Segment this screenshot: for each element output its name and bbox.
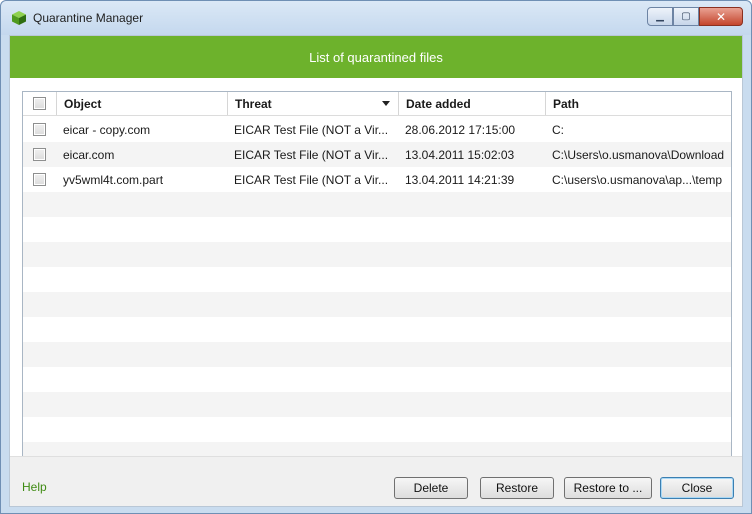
empty-row (23, 242, 731, 267)
green-cube-icon (12, 11, 26, 25)
path-cell: C: (552, 122, 564, 137)
object-cell: eicar.com (63, 147, 115, 162)
empty-row (23, 392, 731, 417)
threat-cell: EICAR Test File (NOT a Vir... (234, 147, 389, 162)
delete-button[interactable]: Delete (394, 477, 468, 499)
window-title: Quarantine Manager (33, 11, 144, 25)
date-added-cell: 13.04.2011 15:02:03 (405, 147, 515, 162)
table-header: Object Threat Date added Path (23, 92, 731, 116)
dialog-body: List of quarantined files Object Threat … (9, 35, 743, 507)
path-cell: C:\users\o.usmanova\ap...\temp (552, 172, 723, 187)
row-checkbox-cell (23, 117, 55, 142)
column-header-object[interactable]: Object (56, 92, 227, 115)
column-header-threat[interactable]: Threat (227, 92, 398, 115)
dialog-footer: Help Delete Restore Restore to ... Close (10, 456, 742, 506)
object-cell: eicar - copy.com (63, 122, 151, 137)
column-header-label: Date added (406, 96, 471, 111)
sort-descending-icon (382, 101, 390, 106)
threat-cell: EICAR Test File (NOT a Vir... (234, 172, 389, 187)
column-header-path[interactable]: Path (545, 92, 731, 115)
maximize-button[interactable]: ▢ (673, 7, 699, 26)
date-added-cell: 28.06.2012 17:15:00 (405, 122, 516, 137)
restore-to-button[interactable]: Restore to ... (564, 477, 652, 499)
column-header-label: Object (64, 96, 102, 111)
empty-row (23, 267, 731, 292)
column-header-label: Threat (235, 96, 272, 111)
column-header-date-added[interactable]: Date added (398, 92, 545, 115)
object-cell: yv5wml4t.com.part (63, 172, 164, 187)
minimize-icon: ▁ (656, 11, 664, 22)
row-checkbox-cell (23, 142, 55, 167)
select-all-checkbox[interactable] (32, 97, 46, 110)
title-bar[interactable]: Quarantine Manager ▁ ▢ ✕ (1, 1, 751, 35)
minimize-button[interactable]: ▁ (647, 7, 673, 26)
column-header-label: Path (553, 96, 580, 111)
empty-row (23, 317, 731, 342)
window-controls: ▁ ▢ ✕ (647, 7, 743, 27)
table-row[interactable]: yv5wml4t.com.part EICAR Test File (NOT a… (23, 167, 731, 192)
quarantine-table: Object Threat Date added Path eicar - co… (22, 91, 732, 488)
date-added-cell: 13.04.2011 14:21:39 (405, 172, 515, 187)
close-button[interactable]: Close (660, 477, 734, 499)
quarantine-manager-window: Quarantine Manager ▁ ▢ ✕ List of quarant… (0, 0, 752, 514)
select-all-cell (23, 92, 55, 115)
row-checkbox[interactable] (32, 148, 46, 161)
table-row[interactable]: eicar.com EICAR Test File (NOT a Vir... … (23, 142, 731, 167)
close-window-button[interactable]: ✕ (699, 7, 743, 26)
empty-row (23, 342, 731, 367)
row-checkbox[interactable] (32, 173, 46, 186)
empty-row (23, 217, 731, 242)
empty-row (23, 292, 731, 317)
help-link[interactable]: Help (22, 480, 47, 494)
restore-button[interactable]: Restore (480, 477, 554, 499)
close-icon: ✕ (715, 9, 727, 24)
empty-row (23, 367, 731, 392)
row-checkbox[interactable] (32, 123, 46, 136)
list-banner: List of quarantined files (10, 36, 742, 78)
empty-row (23, 192, 731, 217)
path-cell: C:\Users\o.usmanova\Download (552, 147, 725, 162)
table-row[interactable]: eicar - copy.com EICAR Test File (NOT a … (23, 117, 731, 142)
maximize-icon: ▢ (681, 11, 691, 22)
empty-row (23, 417, 731, 442)
row-checkbox-cell (23, 167, 55, 192)
threat-cell: EICAR Test File (NOT a Vir... (234, 122, 389, 137)
